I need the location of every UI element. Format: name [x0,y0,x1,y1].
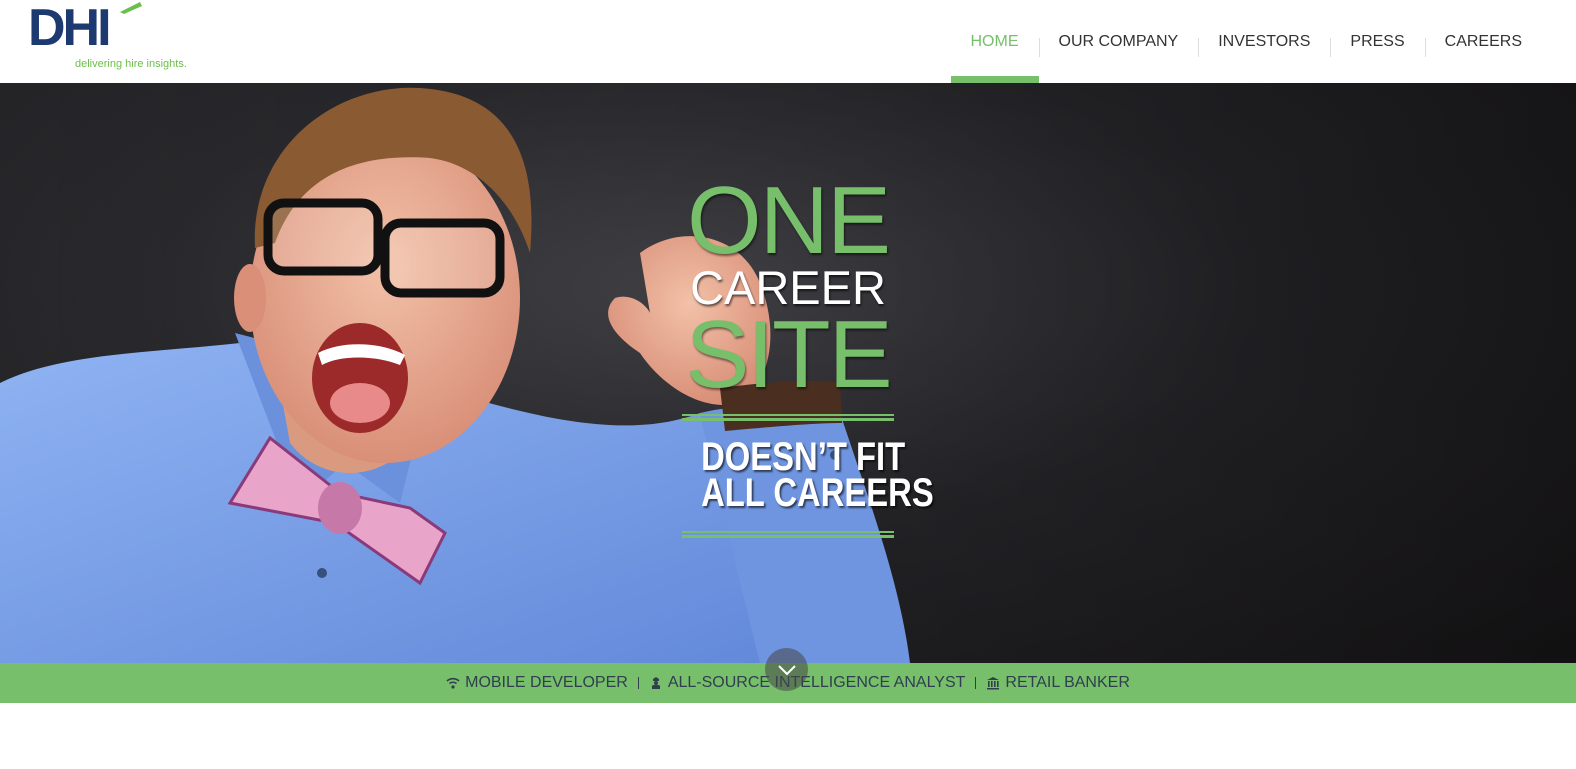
hero-line-one: ONE [686,167,891,274]
hero-banner: ONE CAREER SITE DOESN’T FIT ALL CAREERS [0,83,1576,663]
logo-accent-icon [120,2,142,14]
wifi-icon [446,677,460,689]
nav-investors[interactable]: INVESTORS [1198,0,1330,83]
logo-wordmark: DHI [28,0,112,57]
hero-divider-bottom [682,531,894,538]
nav-careers-label: CAREERS [1444,32,1522,50]
nav-divider [1424,38,1426,57]
ticker-label: RETAIL BANKER [1005,674,1130,691]
hero-divider-top [682,414,894,421]
ticker-item-retail-banker[interactable]: RETAIL BANKER [976,674,1139,692]
security-officer-icon [651,677,660,689]
logo-tagline: delivering hire insights. [75,58,187,70]
nav-our-company[interactable]: OUR COMPANY [1038,0,1199,83]
scroll-down-button[interactable] [765,648,808,691]
nav-divider [1330,38,1332,57]
hero-line-all-careers: ALL CAREERS [701,471,934,515]
main-nav: HOME OUR COMPANY INVESTORS PRESS CAREERS [950,0,1543,83]
nav-divider [1038,38,1040,57]
nav-our-company-label: OUR COMPANY [1058,32,1179,50]
site-header: DHI delivering hire insights. HOME OUR C… [0,0,1576,83]
hero-headline: ONE CAREER SITE DOESN’T FIT ALL CAREERS [682,167,934,538]
nav-divider [1198,38,1200,57]
dhi-logo[interactable]: DHI delivering hire insights. [28,2,203,72]
nav-home[interactable]: HOME [950,0,1039,83]
nav-home-label: HOME [970,32,1019,50]
ticker-item-intelligence-analyst[interactable]: ALL-SOURCE INTELLIGENCE ANALYST [639,674,976,692]
nav-careers[interactable]: CAREERS [1424,0,1542,83]
nav-press[interactable]: PRESS [1330,0,1424,83]
hero-line-doesnt-fit: DOESN’T FIT [701,435,906,479]
nav-investors-label: INVESTORS [1218,32,1311,50]
ticker-label: MOBILE DEVELOPER [465,674,628,691]
nav-press-label: PRESS [1350,32,1405,50]
bank-icon [987,677,1000,690]
ticker-label: ALL-SOURCE INTELLIGENCE ANALYST [667,674,966,691]
ticker-item-mobile-developer[interactable]: MOBILE DEVELOPER [436,674,638,692]
chevron-down-icon [777,664,796,675]
hero-line-site: SITE [685,301,892,408]
